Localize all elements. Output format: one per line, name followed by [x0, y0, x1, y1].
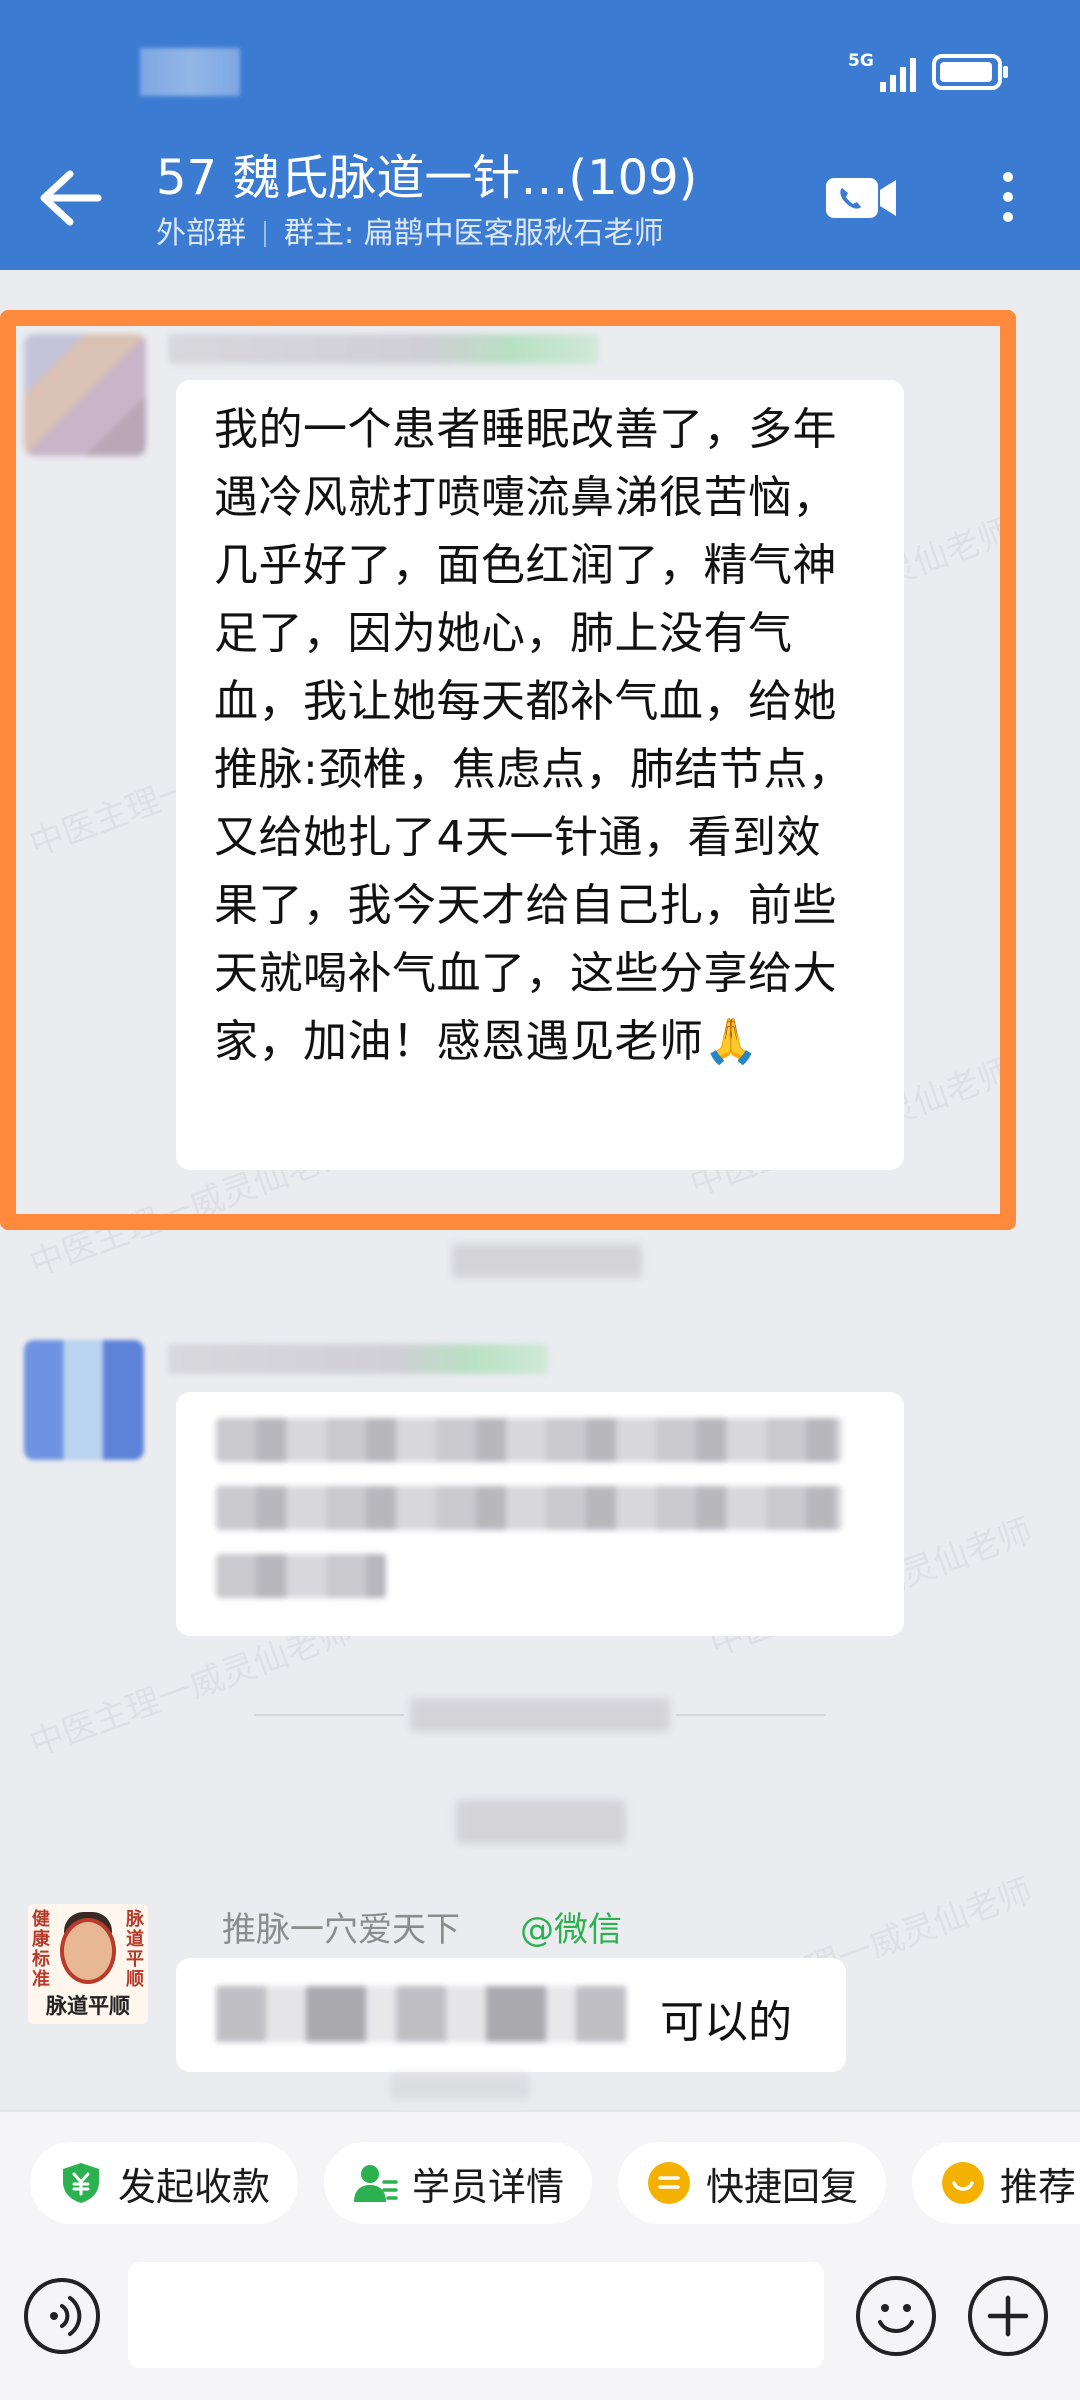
- more-options-icon[interactable]: [990, 168, 1026, 232]
- signal-indicator: 5G: [848, 52, 922, 94]
- quick-action-label: 发起收款: [118, 2164, 271, 2209]
- subtitle-divider: [264, 221, 266, 247]
- quick-reply-icon: [648, 2162, 690, 2204]
- user-detail-icon: [354, 2165, 398, 2202]
- avatar-text-right: 脉道平顺: [126, 1909, 144, 1990]
- highlight-frame: [0, 310, 1016, 1230]
- avatar-text-bottom: 脉道平顺: [46, 1994, 130, 2018]
- quick-action-label: 快捷回复: [706, 2164, 859, 2209]
- group-type-tag: 外部群: [156, 216, 246, 251]
- timestamp-blurred: [390, 2074, 530, 2100]
- quick-action-student-detail[interactable]: 学员详情: [324, 2142, 592, 2224]
- system-notice-blurred: [410, 1698, 670, 1732]
- recommend-icon: [942, 2162, 984, 2204]
- sender-source-tag: @微信: [520, 1910, 622, 1950]
- message-text-blurred: [216, 1418, 842, 1622]
- quick-action-quick-reply[interactable]: 快捷回复: [618, 2142, 886, 2224]
- message-text: 可以的: [660, 1997, 792, 2048]
- divider-line: [254, 1714, 404, 1716]
- timestamp-blurred: [452, 1244, 642, 1278]
- avatar-text-left: 健康标准: [32, 1909, 50, 1990]
- chat-header: 5G 57 魏氏脉道一针…(109) 外部群 群主: 扁鹊中医客服秋石老师: [0, 0, 1080, 270]
- sender-name-blurred: [168, 1344, 548, 1374]
- divider-line: [676, 1714, 826, 1716]
- quick-action-label: 学员详情: [412, 2164, 565, 2209]
- group-owner: 群主: 扁鹊中医客服秋石老师: [284, 216, 664, 251]
- sender-avatar-blurred[interactable]: [24, 1340, 144, 1460]
- message-text-blurred: [216, 1986, 626, 2042]
- plus-icon[interactable]: [968, 2276, 1048, 2356]
- payment-icon: [63, 2163, 99, 2203]
- system-notice-blurred: [456, 1800, 626, 1844]
- network-type: 5G: [848, 51, 874, 71]
- chat-title[interactable]: 57 魏氏脉道一针…(109): [156, 148, 756, 208]
- call-icon[interactable]: [824, 172, 898, 224]
- back-arrow-icon[interactable]: [36, 168, 106, 228]
- quick-action-label: 推荐: [1000, 2164, 1077, 2209]
- message-input[interactable]: [128, 2262, 824, 2368]
- avatar-face: [60, 1918, 116, 1984]
- voice-input-icon[interactable]: [24, 2278, 100, 2354]
- status-time-blurred: [140, 48, 240, 96]
- sender-avatar[interactable]: 健康标准 脉道平顺 脉道平顺: [28, 1904, 148, 2024]
- emoji-icon[interactable]: [856, 2276, 936, 2356]
- signal-icon: [880, 58, 916, 92]
- chat-subtitle: 外部群 群主: 扁鹊中医客服秋石老师: [156, 214, 664, 254]
- battery-icon: [932, 54, 1008, 90]
- quick-action-recommend[interactable]: 推荐: [912, 2142, 1080, 2224]
- quick-action-payment[interactable]: 发起收款: [30, 2142, 298, 2224]
- sender-name[interactable]: 推脉一穴爱天下: [222, 1902, 460, 1951]
